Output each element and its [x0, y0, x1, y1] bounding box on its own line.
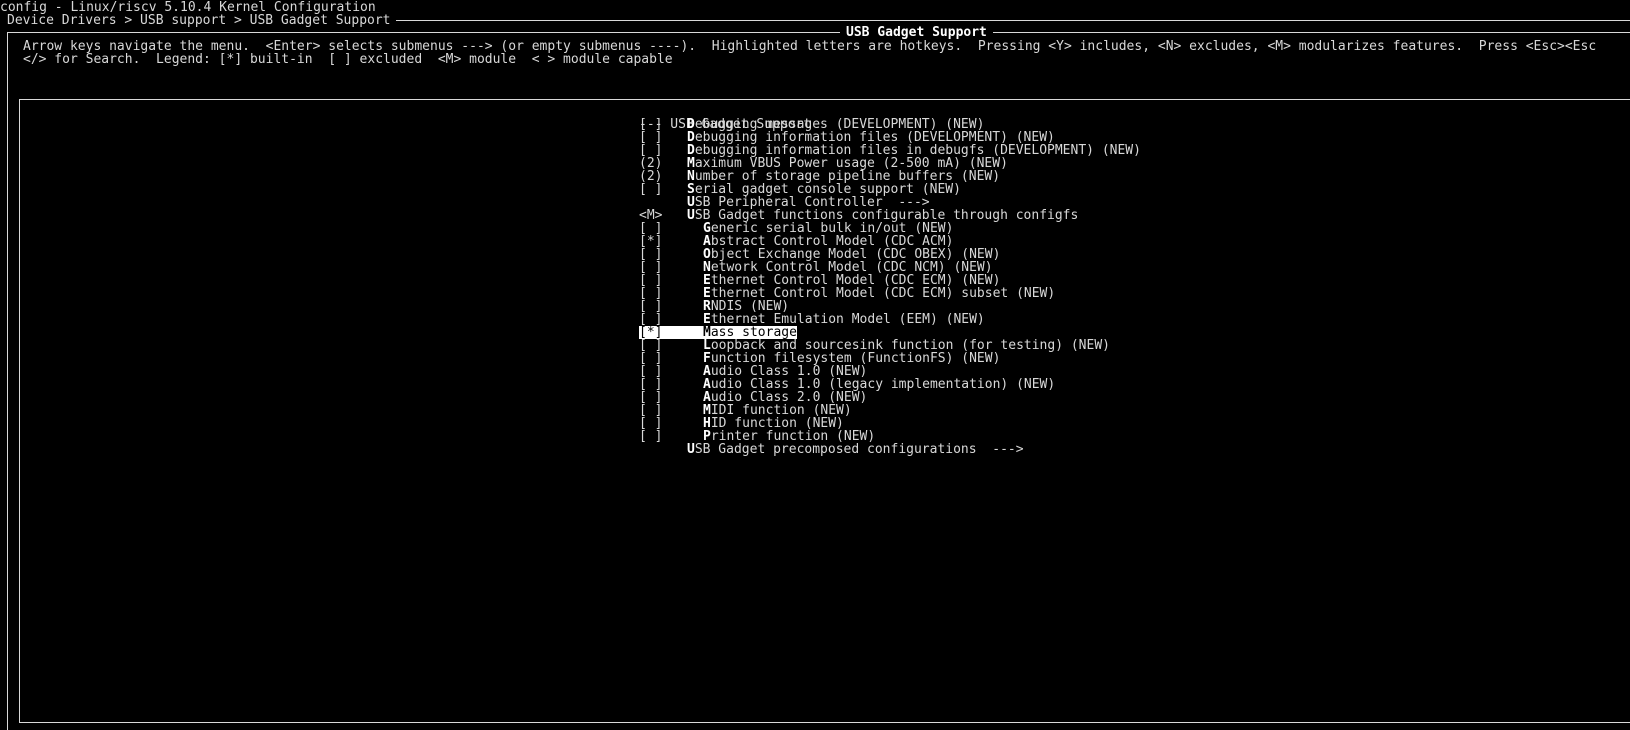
menu-list: --- USB Gadget Support [ ] Debugging mess… — [639, 105, 1141, 456]
menu-item-text: SB Gadget precomposed configurations ---… — [694, 442, 1024, 457]
menu-item-hotkey: U — [687, 208, 695, 223]
menu-item[interactable]: [ ] Serial gadget console support (NEW) — [639, 183, 961, 196]
menu-item-hotkey: U — [687, 442, 695, 457]
selection-highlight — [662, 326, 703, 339]
breadcrumb: Device Drivers > USB support > USB Gadge… — [7, 13, 391, 28]
menu-item-status[interactable]: [ ] — [639, 183, 684, 196]
help-text-line-2: </> for Search. Legend: [*] built-in [ ]… — [23, 52, 673, 67]
breadcrumb-rule — [396, 20, 1630, 21]
menu-item-label[interactable]: USB Gadget precomposed configurations --… — [687, 443, 1024, 456]
menu-item[interactable]: USB Gadget precomposed configurations --… — [639, 443, 1024, 456]
dialog-left-border — [7, 32, 8, 730]
dialog-title: USB Gadget Support — [840, 26, 993, 39]
dialog-top-border — [7, 32, 1630, 33]
menu-item[interactable]: [ ] Printer function (NEW) — [639, 430, 875, 443]
menu-item-status[interactable]: [ ] — [639, 430, 684, 443]
